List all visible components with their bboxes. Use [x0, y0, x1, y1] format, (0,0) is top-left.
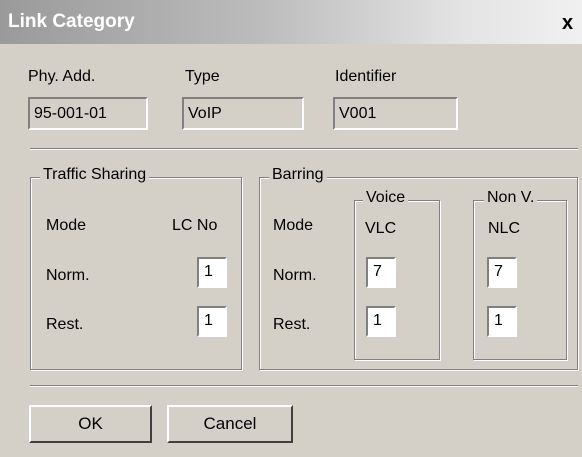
vlc-label: VLC: [365, 220, 397, 237]
traffic-sharing-title: Traffic Sharing: [40, 166, 150, 184]
close-icon[interactable]: x: [562, 12, 573, 35]
barring-title: Barring: [269, 166, 327, 184]
non-voice-rest-input[interactable]: 1: [487, 306, 517, 337]
ts-mode-label: Mode: [46, 217, 87, 234]
phy-add-label: Phy. Add.: [28, 68, 96, 85]
window-title: Link Category: [8, 11, 135, 32]
ts-norm-input[interactable]: 1: [197, 257, 227, 288]
nlc-label: NLC: [488, 220, 521, 237]
non-voice-norm-input[interactable]: 7: [487, 257, 517, 288]
identifier-label: Identifier: [335, 68, 397, 85]
separator-highlight: [30, 149, 578, 150]
non-voice-title: Non V.: [484, 189, 538, 207]
type-label: Type: [185, 68, 220, 85]
barring-rest-label: Rest.: [273, 316, 311, 333]
bottom-separator-highlight: [30, 386, 578, 387]
ts-norm-label: Norm.: [46, 267, 90, 284]
ts-rest-input[interactable]: 1: [197, 306, 227, 337]
ts-rest-label: Rest.: [46, 316, 84, 333]
voice-title: Voice: [363, 189, 409, 207]
barring-norm-label: Norm.: [273, 267, 317, 284]
phy-add-field: 95-001-01: [28, 97, 148, 130]
ok-button[interactable]: OK: [29, 405, 152, 443]
ts-lc-no-label: LC No: [172, 217, 218, 234]
voice-rest-input[interactable]: 1: [366, 306, 396, 337]
type-field: VoIP: [182, 97, 304, 130]
cancel-button[interactable]: Cancel: [167, 405, 293, 443]
barring-mode-label: Mode: [273, 217, 314, 234]
identifier-field: V001: [333, 97, 458, 130]
voice-norm-input[interactable]: 7: [366, 257, 396, 288]
